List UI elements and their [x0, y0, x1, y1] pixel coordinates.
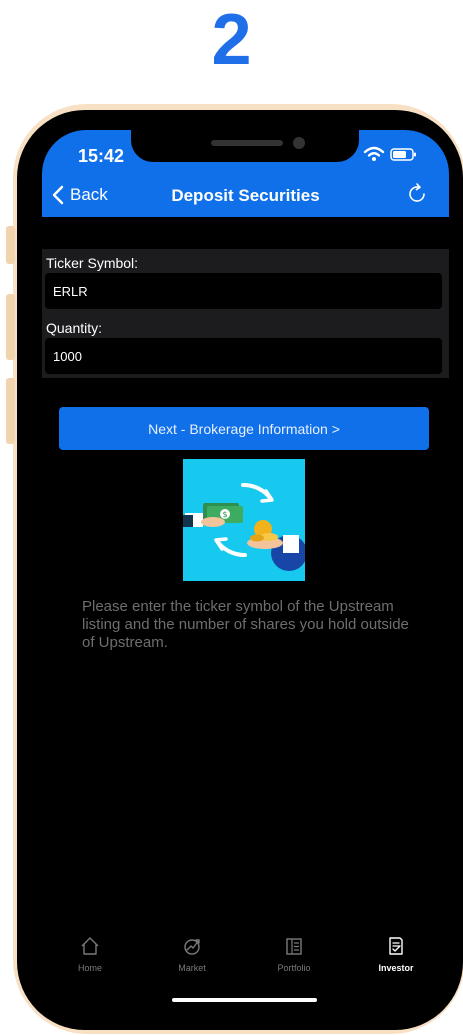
battery-icon [390, 148, 416, 161]
refresh-icon[interactable] [405, 182, 429, 206]
svg-text:$: $ [222, 510, 227, 519]
app-screen: 15:42 Back Deposit Securities Ticker Sym… [42, 130, 449, 1012]
home-indicator [172, 998, 317, 1002]
phone-side-button [6, 226, 15, 264]
status-time: 15:42 [78, 146, 125, 166]
cash-exchange-illustration: $ [183, 459, 307, 581]
tab-investor[interactable]: Investor [356, 935, 436, 973]
notch [131, 130, 359, 162]
phone-side-button [6, 378, 15, 444]
tab-label: Portfolio [277, 963, 311, 973]
speaker [211, 140, 283, 146]
app-header: 15:42 Back Deposit Securities [42, 130, 449, 217]
deposit-form: Ticker Symbol: Quantity: [42, 249, 449, 378]
page: 2 15:42 Back Deposit Securities Ticker S… [0, 0, 463, 1035]
tab-home[interactable]: Home [50, 935, 130, 973]
market-icon [184, 939, 200, 955]
page-title: Deposit Securities [171, 186, 320, 205]
portfolio-icon [286, 938, 302, 955]
tab-label: Home [77, 963, 102, 973]
tab-label: Investor [378, 963, 414, 973]
ticker-label: Ticker Symbol: [46, 255, 139, 271]
investor-icon [389, 937, 403, 955]
wifi-icon [363, 146, 385, 161]
quantity-input[interactable] [45, 338, 442, 374]
money-exchange-icon: $ [183, 482, 307, 571]
home-icon [81, 937, 99, 955]
phone-side-button [6, 294, 15, 360]
tab-label: Market [178, 963, 206, 973]
tab-market[interactable]: Market [152, 935, 232, 973]
quantity-label: Quantity: [46, 320, 103, 336]
ticker-input[interactable] [45, 273, 442, 309]
help-text: Please enter the ticker symbol of the Up… [82, 598, 409, 651]
next-brokerage-button[interactable]: Next - Brokerage Information > [59, 407, 429, 450]
tab-portfolio[interactable]: Portfolio [254, 935, 334, 973]
step-number: 2 [211, 0, 252, 80]
status-icons [363, 146, 416, 161]
camera-icon [293, 137, 305, 149]
tab-bar: Home Market Portfolio Investor [42, 935, 449, 990]
